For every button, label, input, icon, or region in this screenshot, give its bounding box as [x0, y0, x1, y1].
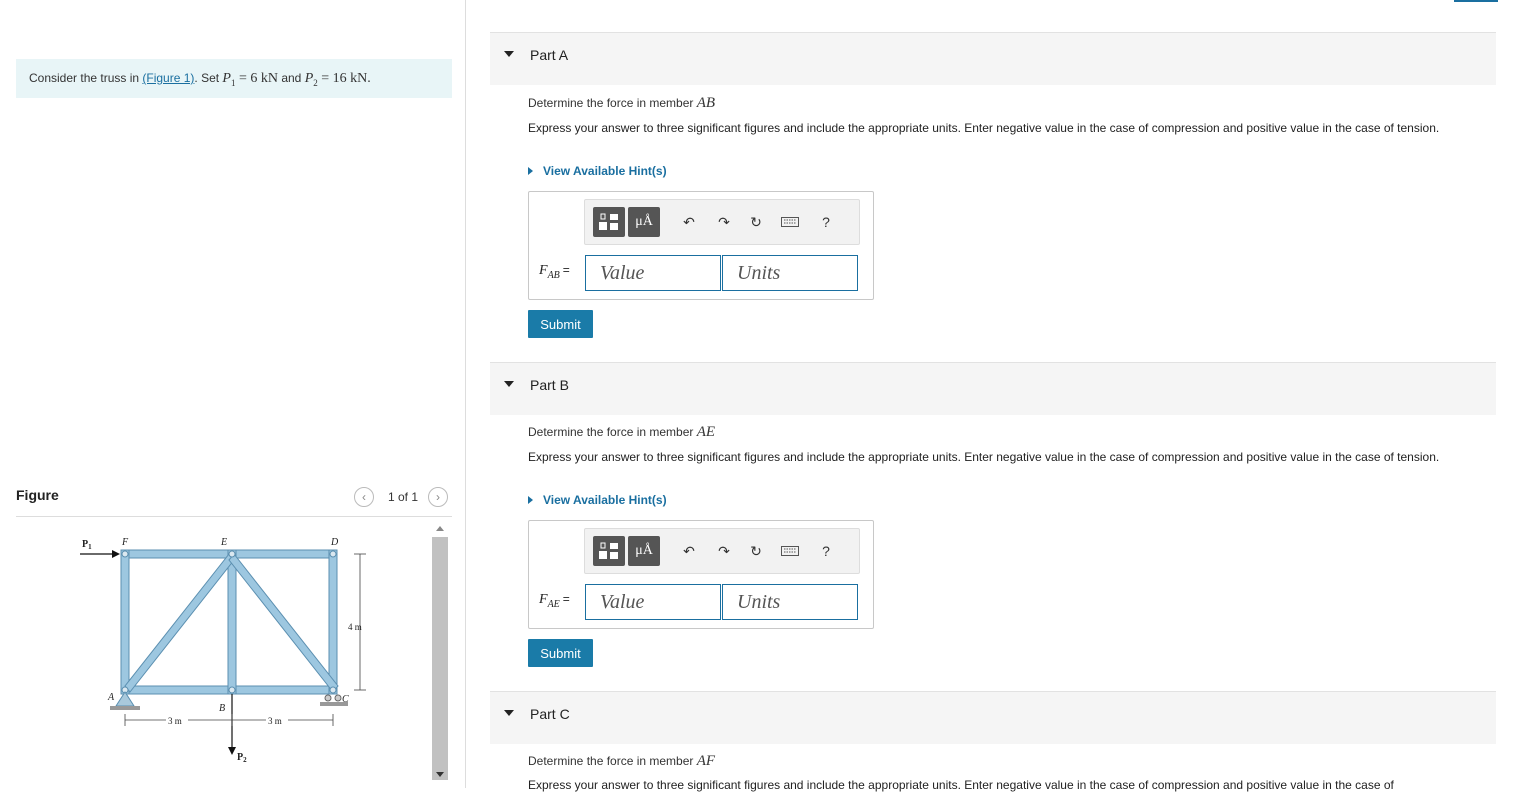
part-a-label: Part A	[530, 47, 569, 63]
caret-right-icon	[528, 496, 533, 504]
collapse-icon[interactable]	[504, 51, 514, 57]
help-button[interactable]: ?	[817, 542, 835, 560]
part-a-hint-link[interactable]: View Available Hint(s)	[528, 164, 667, 178]
label-A: A	[107, 692, 115, 703]
member-EC	[228, 553, 339, 693]
scroll-up-icon[interactable]	[431, 521, 449, 535]
help-button[interactable]: ?	[817, 213, 835, 231]
collapse-icon[interactable]	[504, 381, 514, 387]
top-accent-line	[1454, 0, 1498, 2]
figure-link[interactable]: (Figure 1)	[142, 71, 194, 85]
label-span2: 3 m	[268, 716, 282, 726]
part-b-label: Part B	[530, 377, 569, 393]
units-button[interactable]: μÅ	[628, 207, 660, 237]
keyboard-icon[interactable]	[781, 213, 799, 231]
part-b-submit-button[interactable]: Submit	[528, 639, 593, 667]
part-a-variable: FAB =	[539, 263, 570, 281]
part-a-answer-box: μÅ ↶ ↷ ↻ ? FAB = Value Units	[528, 191, 874, 300]
math-toolbar: μÅ ↶ ↷ ↻ ?	[584, 199, 860, 245]
problem-statement: Consider the truss in (Figure 1). Set P1…	[16, 59, 452, 98]
intro-text: Consider the truss in	[29, 71, 143, 85]
member-AF	[120, 549, 130, 695]
label-B: B	[219, 703, 225, 714]
truss-figure: P1 F E D A B C 4 m 3 m 3 m P2	[80, 537, 366, 764]
figure-scrollbar[interactable]	[431, 521, 449, 788]
scroll-down-icon[interactable]	[431, 767, 449, 781]
p2-value: = 16 kN.	[317, 71, 371, 86]
p1-symbol: P1	[222, 71, 236, 88]
scroll-thumb[interactable]	[432, 537, 448, 780]
keyboard-icon[interactable]	[781, 542, 799, 560]
part-c-label: Part C	[530, 706, 570, 722]
templates-icon[interactable]	[593, 536, 625, 566]
member-DC	[328, 549, 338, 695]
label-C: C	[342, 694, 349, 705]
undo-icon[interactable]: ↶	[680, 213, 698, 231]
label-E: E	[220, 537, 227, 548]
templates-icon[interactable]	[593, 207, 625, 237]
chevron-left-icon[interactable]: ‹	[354, 487, 374, 507]
page-count: 1 of 1	[388, 490, 419, 504]
collapse-icon[interactable]	[504, 710, 514, 716]
label-P1: P1	[82, 539, 92, 551]
part-a-header[interactable]: Part A	[490, 32, 1496, 85]
redo-icon[interactable]: ↷	[715, 213, 733, 231]
reset-icon[interactable]: ↻	[747, 542, 765, 560]
caret-right-icon	[528, 167, 533, 175]
left-panel: Consider the truss in (Figure 1). Set P1…	[0, 0, 466, 788]
label-P2: P2	[237, 752, 247, 764]
label-F: F	[121, 537, 129, 548]
units-button[interactable]: μÅ	[628, 536, 660, 566]
part-c-instructions: Express your answer to three significant…	[528, 778, 1394, 792]
part-b-question: Determine the force in member AE	[528, 424, 716, 440]
part-a-value-input[interactable]: Value	[585, 255, 721, 291]
reset-icon[interactable]: ↻	[747, 213, 765, 231]
part-a-submit-button[interactable]: Submit	[528, 310, 593, 338]
part-a-units-input[interactable]: Units	[722, 255, 858, 291]
part-b-variable: FAE =	[539, 592, 570, 610]
part-b-units-input[interactable]: Units	[722, 584, 858, 620]
hint-label: View Available Hint(s)	[543, 493, 667, 507]
part-c-question: Determine the force in member AF	[528, 753, 716, 769]
label-height: 4 m	[348, 622, 362, 632]
part-b-hint-link[interactable]: View Available Hint(s)	[528, 493, 667, 507]
part-a-question: Determine the force in member AB	[528, 95, 716, 111]
undo-icon[interactable]: ↶	[680, 542, 698, 560]
member-EB	[227, 549, 237, 695]
part-a-instructions: Express your answer to three significant…	[528, 121, 1440, 135]
part-b-header[interactable]: Part B	[490, 362, 1496, 415]
member-AE	[124, 553, 235, 693]
math-toolbar: μÅ ↶ ↷ ↻ ?	[584, 528, 860, 574]
part-b-answer-box: μÅ ↶ ↷ ↻ ? FAE = Value Units	[528, 520, 874, 629]
p1-value: = 6 kN	[235, 71, 278, 86]
part-b-value-input[interactable]: Value	[585, 584, 721, 620]
redo-icon[interactable]: ↷	[715, 542, 733, 560]
part-b-instructions: Express your answer to three significant…	[528, 450, 1440, 464]
hint-label: View Available Hint(s)	[543, 164, 667, 178]
figure-title: Figure	[16, 487, 59, 503]
figure-divider	[16, 516, 452, 517]
label-span1: 3 m	[168, 716, 182, 726]
intro-and: and	[278, 71, 305, 85]
figure-pager: ‹ 1 of 1 ›	[354, 487, 449, 507]
intro-set: . Set	[194, 71, 223, 85]
ground-A	[110, 706, 140, 710]
p2-symbol: P2	[304, 71, 318, 88]
part-c-header[interactable]: Part C	[490, 691, 1496, 744]
label-D: D	[330, 537, 339, 548]
chevron-right-icon[interactable]: ›	[428, 487, 449, 507]
